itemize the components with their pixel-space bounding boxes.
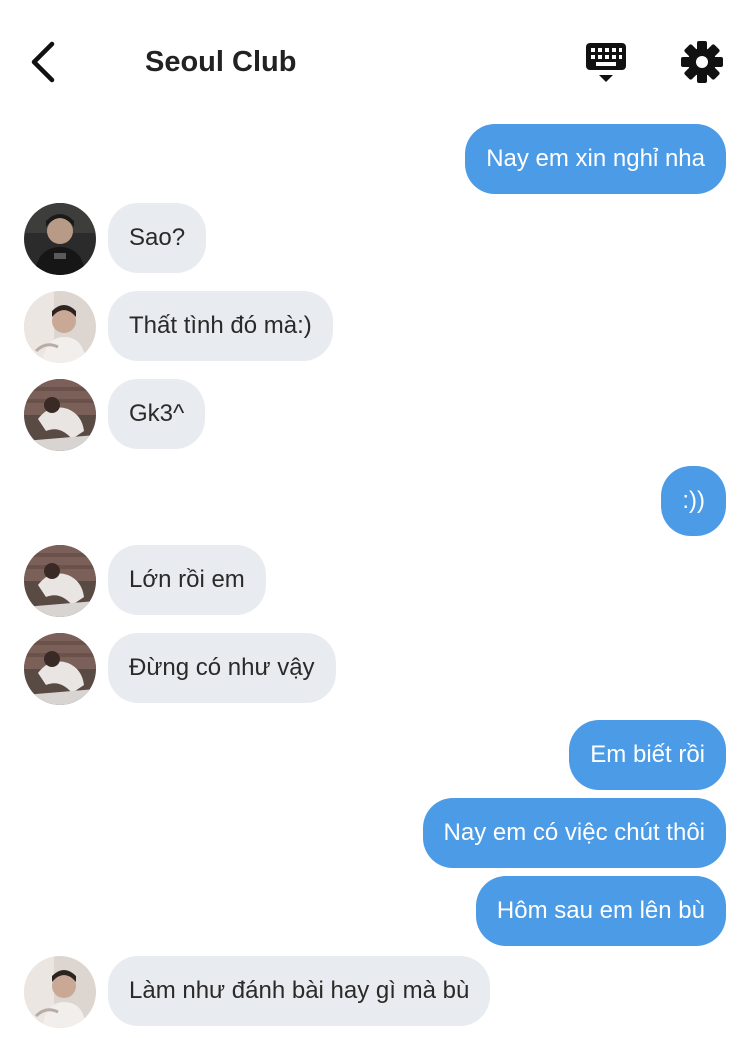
message-row: Đừng có như vậy	[0, 633, 750, 705]
incoming-message-bubble[interactable]: Làm như đánh bài hay gì mà bù	[108, 956, 491, 1026]
incoming-message-bubble[interactable]: Gk3^	[108, 379, 206, 449]
incoming-message-bubble[interactable]: Lớn rồi em	[108, 545, 266, 615]
message-row: Nay em có việc chút thôi	[0, 798, 750, 868]
message-row: Sao?	[0, 203, 750, 275]
outgoing-message-bubble[interactable]: Nay em có việc chút thôi	[422, 798, 726, 868]
message-row: :))	[0, 466, 750, 536]
outgoing-message-bubble[interactable]: :))	[661, 466, 726, 536]
message-row: Lớn rồi em	[0, 545, 750, 617]
avatar[interactable]	[24, 633, 96, 705]
message-row: Làm như đánh bài hay gì mà bù	[0, 956, 750, 1028]
avatar[interactable]	[24, 291, 96, 363]
outgoing-message-bubble[interactable]: Hôm sau em lên bù	[475, 876, 726, 946]
outgoing-message-bubble[interactable]: Em biết rồi	[569, 720, 726, 790]
avatar[interactable]	[24, 956, 96, 1028]
message-row: Nay em xin nghỉ nha	[0, 124, 750, 194]
outgoing-message-bubble[interactable]: Nay em xin nghỉ nha	[465, 124, 726, 194]
message-row: Thất tình đó mà:)	[0, 291, 750, 363]
message-row: Gk3^	[0, 379, 750, 451]
incoming-message-bubble[interactable]: Sao?	[108, 203, 207, 273]
incoming-message-bubble[interactable]: Đừng có như vậy	[108, 633, 336, 703]
message-list[interactable]: Nay em xin nghỉ nha Sao? Thất tình đó mà…	[0, 0, 750, 1038]
avatar[interactable]	[24, 545, 96, 617]
avatar[interactable]	[24, 379, 96, 451]
incoming-message-bubble[interactable]: Thất tình đó mà:)	[108, 291, 333, 361]
message-row: Em biết rồi	[0, 720, 750, 790]
avatar[interactable]	[24, 203, 96, 275]
message-row: Hôm sau em lên bù	[0, 876, 750, 946]
